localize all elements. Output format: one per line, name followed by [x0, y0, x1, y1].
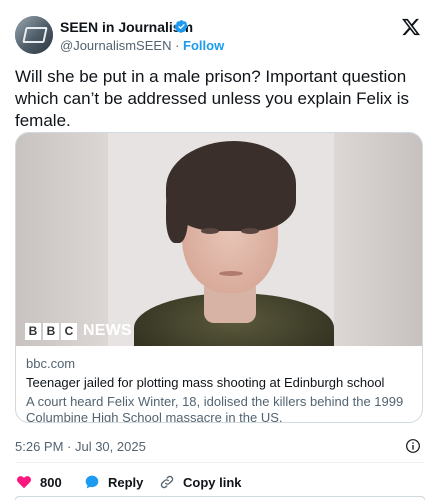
tweet-text: Will she be put in a male prison? Import…: [15, 67, 410, 130]
divider: [15, 462, 425, 463]
image-bg-left: [16, 133, 108, 346]
portrait-mouth: [219, 271, 243, 276]
link-icon: [160, 475, 174, 489]
heart-icon: [17, 476, 31, 489]
reply-label: Reply: [108, 474, 144, 490]
reply-bubble-icon: [85, 475, 99, 489]
x-logo-icon[interactable]: [401, 17, 421, 37]
like-count: 800: [40, 474, 62, 490]
card-description: A court heard Felix Winter, 18, idolised…: [26, 394, 404, 423]
separator: ·: [175, 38, 180, 53]
bbc-news-word: NEWS: [83, 322, 132, 339]
bbc-block-c: C: [61, 322, 77, 340]
timestamp[interactable]: 5:26 PM · Jul 30, 2025: [15, 439, 146, 454]
reply-button[interactable]: Reply: [84, 473, 143, 491]
copy-link-button[interactable]: Copy link: [159, 473, 242, 491]
like-button[interactable]: 800: [16, 473, 62, 491]
card-image[interactable]: B B C NEWS: [16, 133, 422, 346]
follow-link[interactable]: Follow: [183, 38, 224, 53]
avatar-logo-mark: [22, 27, 48, 43]
link-card[interactable]: B B C NEWS bbc.com Teenager jailed for p…: [15, 132, 423, 423]
handle-row: @JournalismSEEN · Follow: [60, 38, 224, 53]
copy-link-label: Copy link: [183, 474, 242, 490]
portrait-hair-side: [166, 183, 188, 243]
card-title[interactable]: Teenager jailed for plotting mass shooti…: [26, 375, 384, 390]
portrait-eye-left: [201, 228, 219, 234]
handle[interactable]: @JournalismSEEN: [60, 38, 171, 53]
read-replies-button-edge[interactable]: [15, 496, 425, 500]
bbc-news-badge: B B C NEWS: [25, 321, 132, 341]
card-domain: bbc.com: [26, 356, 76, 371]
bbc-block-b1: B: [25, 322, 41, 340]
image-bg-right: [334, 133, 422, 346]
verified-badge-icon: [174, 20, 188, 33]
portrait-eye-right: [241, 228, 259, 234]
avatar[interactable]: [15, 16, 53, 54]
bbc-block-b2: B: [43, 322, 59, 340]
info-icon[interactable]: [405, 438, 421, 454]
tweet-embed: SEEN in Journalism @JournalismSEEN · Fol…: [0, 0, 437, 500]
